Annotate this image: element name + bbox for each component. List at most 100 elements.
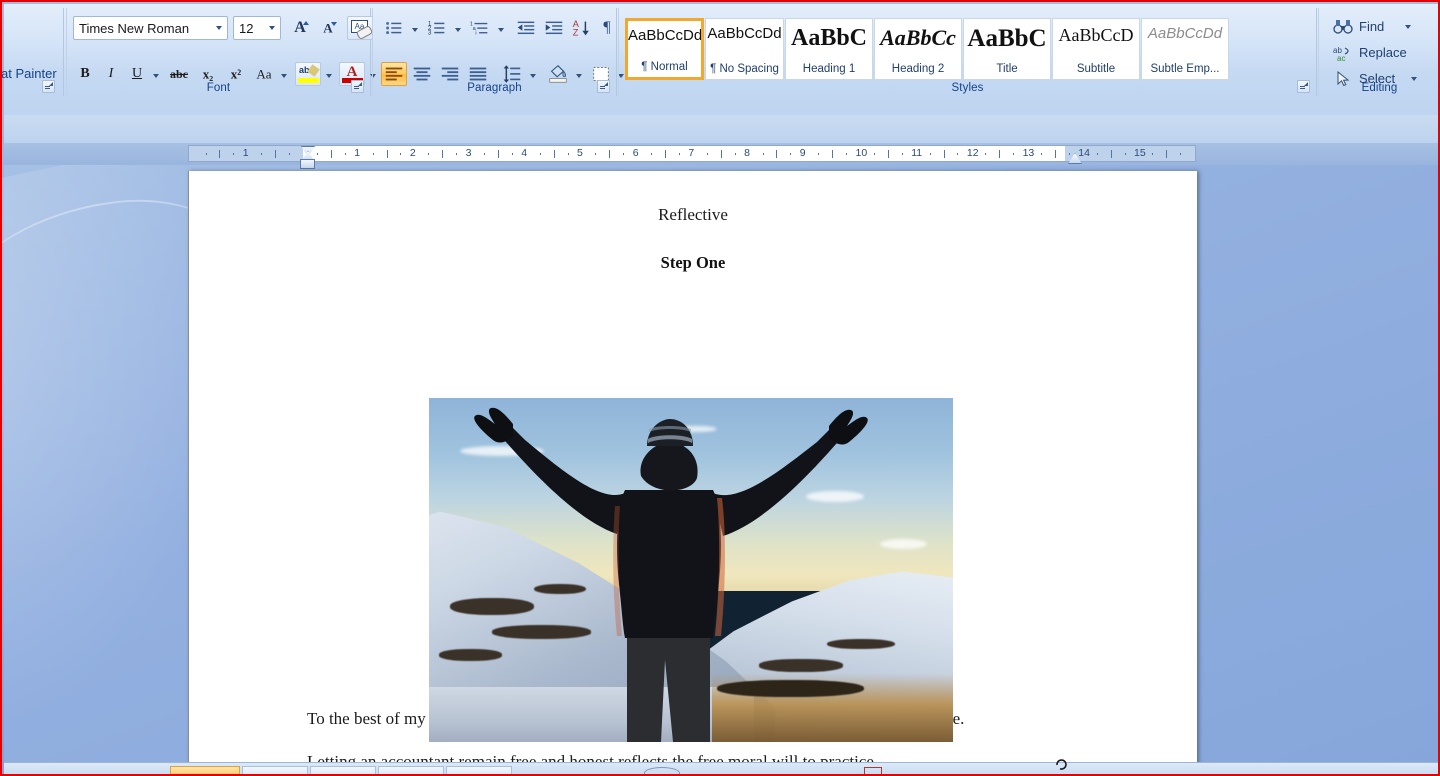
ruler-tick [595,153,597,155]
ruler-number: 3 [465,147,472,159]
style-gallery-item[interactable]: AaBbCcDd Subtle Emp... [1141,18,1229,80]
paragraph-dialog-launcher[interactable] [597,80,610,93]
style-preview-text: AaBbC [790,25,868,51]
ruler-number: 11 [911,147,923,159]
ruler-number: 6 [632,147,639,159]
font-dialog-launcher[interactable] [351,80,364,93]
chevron-down-icon [326,74,332,78]
ruler-tick [609,150,611,158]
horizontal-ruler[interactable]: 1 1 2 3 4 5 6 7 8 9 10 11 12 13 14 15 [188,145,1196,162]
style-gallery-item[interactable]: AaBbCcDd ¶ No Spacing [705,18,784,80]
superscript-icon: x² [230,66,242,82]
chevron-down-icon [1405,25,1411,29]
ruler-number: 5 [577,147,583,159]
style-preview-text: AaBbC [967,25,1047,52]
ruler-tick [832,150,834,158]
ruler-tick [316,153,318,155]
font-name-combo[interactable]: Times New Roman [73,16,228,40]
ruler-tick [567,153,569,155]
increase-indent-button[interactable] [541,16,567,40]
down-arrow-icon [331,22,337,26]
ruler-tick [623,153,625,155]
refresh-arrow-icon [1056,759,1067,770]
replace-icon: ab ac [1333,46,1349,62]
document-title-line: Reflective [658,205,728,224]
style-preview-text: AaBbCcDd [707,25,782,42]
ruler-tick [539,153,541,155]
taskbar-window-icon[interactable] [864,767,882,774]
style-gallery-item[interactable]: AaBbCc Heading 2 [874,18,962,80]
taskbar-item[interactable] [378,766,444,774]
ruler-tick [289,153,291,155]
document-page[interactable]: Reflective Step One To the best of my [188,171,1197,774]
page-spinner-icon [1055,757,1068,770]
ruler-tick [219,150,221,158]
style-preview-text: AaBbCcDd [628,27,701,44]
taskbar-item[interactable] [446,766,512,774]
show-formatting-marks-button[interactable]: ¶ [595,16,619,40]
ribbon-group-paragraph: 1 2 3 1 a i A Z ¶ Paragraph [372,8,624,96]
ruler-tick [790,153,792,155]
taskbar-item[interactable] [310,766,376,774]
style-gallery-item[interactable]: AaBbC Heading 1 [785,18,873,80]
decrease-indent-button[interactable] [513,16,539,40]
ruler-number: 1 [242,147,249,159]
style-gallery-item[interactable]: AaBbC Title [963,18,1051,80]
clear-formatting-button[interactable]: Aa [347,16,374,40]
italic-icon: I [108,66,114,81]
grow-font-button[interactable]: A [287,16,313,40]
windows-taskbar[interactable] [4,762,1438,774]
style-gallery-item[interactable]: AaBbCcD Subtitle [1052,18,1140,80]
ruler-tick [442,150,444,158]
ruler-tick [261,153,263,155]
ruler-tick [428,153,430,155]
ruler-tick [678,153,680,155]
format-painter-button[interactable]: at Painter [2,66,57,81]
ribbon-group-styles: AaBbCcDd ¶ Normal AaBbCcDd ¶ No Spacing AaBb… [618,8,1317,96]
taskbar-arc-icon[interactable] [644,767,680,774]
ruler-number: 14 [1078,147,1090,159]
ruler-tick [233,153,235,155]
ruler-tick [734,153,736,155]
ruler-tick [1152,153,1154,155]
ruler-tick [651,153,653,155]
multilevel-list-dropdown-button[interactable] [494,16,507,40]
bold-icon: B [80,66,90,81]
ruler-tick [275,150,277,158]
numbering-button[interactable]: 1 2 3 [424,16,450,40]
sort-button[interactable]: A Z [569,16,593,40]
multilevel-list-icon: 1 a i [470,21,488,36]
bullets-dropdown-button[interactable] [408,16,421,40]
ruler-number: 13 [1022,147,1035,159]
style-gallery-item[interactable]: AaBbCcDd ¶ Normal [625,18,704,80]
clipboard-dialog-launcher[interactable] [42,80,55,93]
ruler-tick [706,153,708,155]
svg-text:Z: Z [573,27,579,37]
replace-button[interactable]: ab ac Replace [1333,42,1437,64]
decrease-indent-icon [517,21,535,35]
photo-person-silhouette [474,407,868,742]
bullets-button[interactable] [381,16,407,40]
left-indent-marker[interactable] [300,159,315,169]
styles-dialog-launcher[interactable] [1297,80,1310,93]
taskbar-item[interactable] [170,766,240,774]
chevron-down-icon [153,74,159,78]
ruler-tick [497,150,499,158]
multilevel-list-button[interactable]: 1 a i [467,16,493,40]
ruler-tick [372,153,374,155]
document-image[interactable] [429,398,953,742]
styles-group-label: Styles [951,82,984,94]
shrink-font-button[interactable]: A [315,16,341,40]
taskbar-item[interactable] [242,766,308,774]
ruler-tick [1180,153,1182,155]
ruler-tick [887,150,889,158]
paragraph-group-label: Paragraph [467,82,522,94]
numbering-dropdown-button[interactable] [451,16,464,40]
font-size-combo[interactable]: 12 [233,16,281,40]
ruler-tick [1068,153,1070,155]
ruler-tick [999,150,1001,158]
increase-indent-icon [545,21,563,35]
editing-group-label: Editing [1361,82,1398,94]
find-button[interactable]: Find [1333,16,1437,38]
chevron-down-icon [269,26,275,30]
